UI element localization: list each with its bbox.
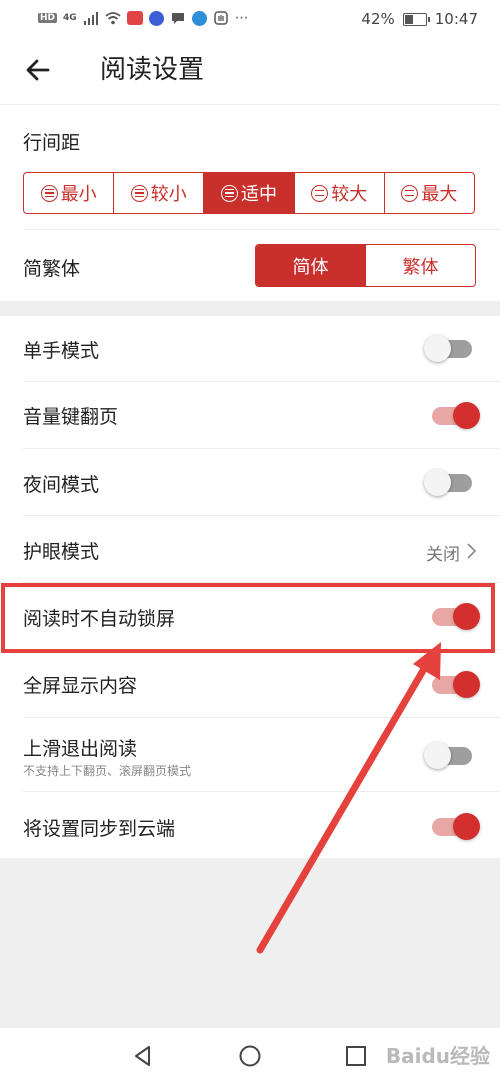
- signal-icon: [83, 12, 98, 25]
- annotation-highlight-box: [1, 583, 495, 653]
- setting-row-volume-key-page[interactable]: 音量键翻页: [0, 382, 500, 449]
- status-right: 42% 10:47: [361, 10, 478, 28]
- setting-label: 夜间模式: [23, 474, 100, 496]
- spacing-icon-medium: [221, 184, 238, 202]
- chat-icon: [171, 13, 184, 24]
- spacing-icon-large: [311, 184, 329, 202]
- wifi-icon: [105, 12, 121, 25]
- music-icon: [148, 10, 164, 26]
- script-option-simplified[interactable]: 简体: [256, 245, 366, 286]
- cloud-sync-toggle[interactable]: [432, 813, 480, 840]
- spacing-option-small[interactable]: 较小: [114, 173, 205, 213]
- script-type-selector: 简体 繁体: [255, 244, 476, 287]
- battery-fill: [404, 14, 414, 24]
- toggle-knob: [424, 469, 451, 496]
- nav-home-icon[interactable]: [236, 1042, 264, 1070]
- chevron-right-icon: [467, 543, 477, 559]
- setting-row-cloud-sync[interactable]: 将设置同步到云端: [0, 792, 500, 858]
- more-icon: ⋯: [234, 10, 249, 26]
- spacing-option-smallest[interactable]: 最小: [24, 173, 115, 213]
- setting-row-swipe-up-exit[interactable]: 上滑退出阅读 不支持上下翻页、滚屏翻页模式: [0, 718, 500, 792]
- spacing-option-largest[interactable]: 最大: [385, 173, 474, 213]
- spacing-icon-small: [130, 184, 148, 202]
- setting-label: 上滑退出阅读: [23, 738, 138, 760]
- eye-care-value: 关闭: [426, 545, 460, 565]
- shield-icon: [191, 10, 207, 26]
- status-left: HD 4G ⋯: [38, 10, 249, 26]
- hand-icon: [213, 11, 228, 25]
- volume-key-page-toggle[interactable]: [432, 402, 480, 429]
- watermark-logo: Baidu经验: [385, 1044, 490, 1068]
- setting-label: 护眼模式: [23, 541, 100, 563]
- setting-row-eye-care[interactable]: 护眼模式 关闭: [0, 516, 500, 583]
- header: 阅读设置: [0, 38, 500, 105]
- battery-icon: [402, 12, 430, 26]
- script-type-label: 简繁体: [23, 258, 81, 280]
- spacing-option-label: 最大: [421, 184, 458, 205]
- fullscreen-content-toggle[interactable]: [432, 671, 480, 698]
- nav-recents-icon[interactable]: [342, 1042, 370, 1070]
- setting-sublabel: 不支持上下翻页、滚屏翻页模式: [23, 764, 192, 778]
- network-type: 4G: [63, 13, 77, 23]
- clock: 10:47: [434, 10, 478, 28]
- toggle-knob: [453, 671, 480, 698]
- setting-label: 音量键翻页: [23, 406, 119, 428]
- setting-row-one-hand-mode[interactable]: 单手模式: [0, 316, 500, 382]
- hd-badge: HD: [38, 13, 58, 23]
- nav-back-icon[interactable]: [129, 1042, 157, 1070]
- toggle-knob: [424, 742, 451, 769]
- spacing-option-medium[interactable]: 适中: [204, 173, 295, 213]
- app-icon: [126, 11, 143, 25]
- line-spacing-selector: 最小 较小 适中 较大 最大: [23, 172, 475, 214]
- spacing-option-label: 较小: [150, 184, 187, 205]
- divider: [23, 229, 500, 230]
- setting-row-fullscreen-content[interactable]: 全屏显示内容: [0, 650, 500, 718]
- toggle-knob: [453, 402, 480, 429]
- setting-label: 单手模式: [23, 340, 100, 362]
- spacing-option-label: 较大: [331, 184, 368, 205]
- night-mode-toggle[interactable]: [424, 469, 472, 496]
- spacing-option-label: 最小: [60, 184, 97, 205]
- battery-percent: 42%: [361, 10, 395, 28]
- toggle-knob: [424, 335, 451, 362]
- setting-row-night-mode[interactable]: 夜间模式: [0, 449, 500, 516]
- one-hand-mode-toggle[interactable]: [424, 335, 472, 362]
- page-title: 阅读设置: [100, 55, 205, 85]
- status-bar: HD 4G ⋯ 42% 10:47: [0, 0, 500, 38]
- back-arrow-icon[interactable]: [20, 52, 56, 88]
- spacing-icon-largest: [401, 184, 419, 202]
- toggle-knob: [453, 813, 480, 840]
- line-spacing-label: 行间距: [23, 132, 81, 154]
- setting-label: 将设置同步到云端: [23, 818, 176, 840]
- spacing-option-large[interactable]: 较大: [295, 173, 385, 213]
- setting-label: 全屏显示内容: [23, 675, 138, 697]
- spacing-option-label: 适中: [241, 184, 277, 205]
- spacing-icon-smallest: [40, 184, 58, 202]
- script-option-traditional[interactable]: 繁体: [366, 245, 475, 286]
- swipe-up-exit-toggle[interactable]: [424, 742, 472, 769]
